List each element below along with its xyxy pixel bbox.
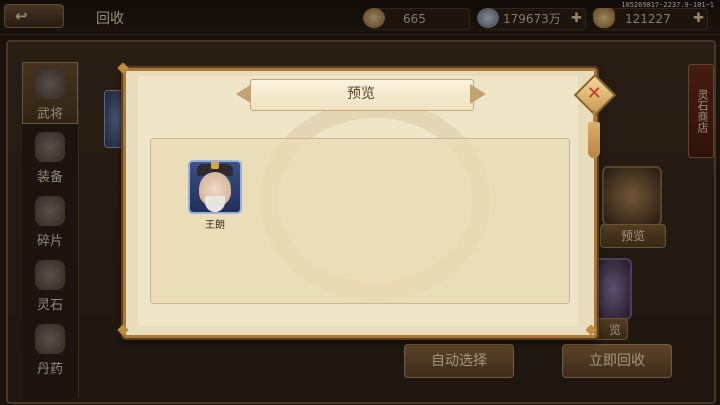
close-icon: ✕ [586, 83, 602, 105]
hero-portrait-icon[interactable] [188, 160, 242, 214]
tassel-ornament [588, 122, 600, 158]
dialog-title-banner: 预览 [236, 79, 486, 111]
hero-name: 王朗 [205, 220, 225, 231]
dialog-title: 预览 [347, 86, 375, 102]
